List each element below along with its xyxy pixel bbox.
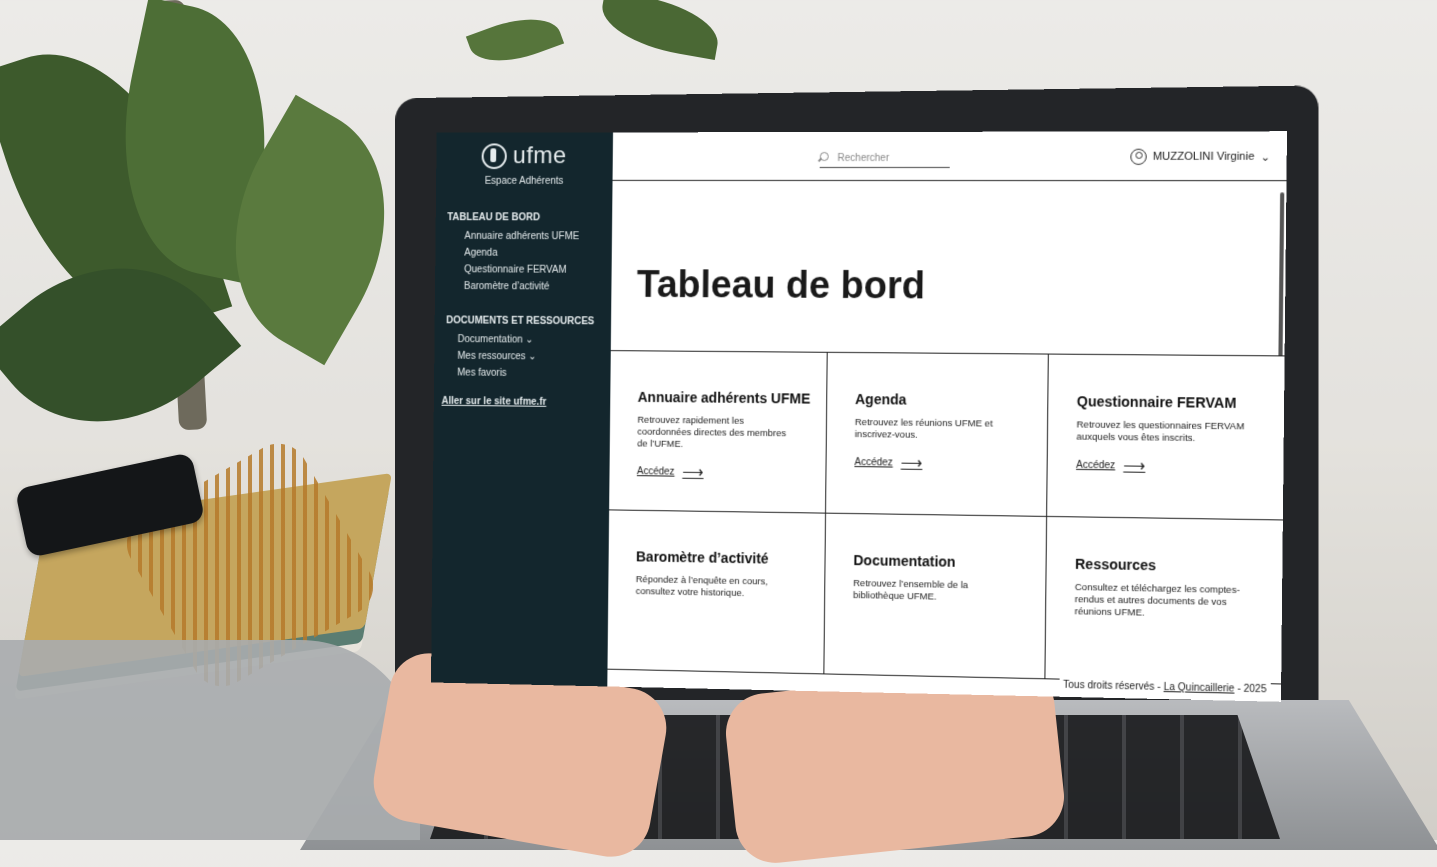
dashboard-grid: Annuaire adhérents UFME Retrouvez rapide… bbox=[611, 350, 1285, 356]
arrow-right-icon: ⟶ bbox=[682, 463, 703, 481]
user-menu[interactable]: MUZZOLINI Virginie ⌄ bbox=[1130, 149, 1270, 165]
card-agenda[interactable]: Agenda Retrouvez les réunions UFME et in… bbox=[826, 353, 1049, 517]
sidebar: ufme Espace Adhérents TABLEAU DE BORD An… bbox=[431, 132, 613, 686]
user-icon bbox=[1130, 149, 1147, 165]
card-cta-link[interactable]: Accédez ⟶ bbox=[854, 453, 922, 472]
sidebar-section-documents[interactable]: DOCUMENTS ET RESSOURCES bbox=[446, 315, 611, 327]
chevron-down-icon: ⌄ bbox=[1261, 150, 1271, 163]
sidebar-item-favoris[interactable]: Mes favoris bbox=[457, 368, 610, 380]
sidebar-item-barometre[interactable]: Baromètre d’activité bbox=[464, 281, 612, 293]
search-input[interactable]: Rechercher bbox=[820, 152, 950, 168]
sidebar-item-ressources[interactable]: Mes ressources ⌄ bbox=[457, 351, 610, 363]
card-text: Retrouvez les réunions UFME et inscrivez… bbox=[855, 417, 1019, 443]
card-title: Baromètre d’activité bbox=[636, 548, 825, 567]
card-text: Consultez et téléchargez les comptes-ren… bbox=[1074, 582, 1253, 622]
sidebar-section-dashboard[interactable]: TABLEAU DE BORD bbox=[447, 212, 612, 223]
card-text: Retrouvez rapidement les coordonnées dir… bbox=[637, 415, 798, 453]
card-title: Agenda bbox=[855, 391, 1047, 409]
logo-icon bbox=[482, 143, 507, 169]
card-cta-link[interactable]: Accédez ⟶ bbox=[637, 462, 704, 481]
card-text: Répondez à l’enquête en cours, consultez… bbox=[636, 574, 797, 601]
plant-leaf bbox=[597, 0, 724, 60]
cta-label: Accédez bbox=[1076, 459, 1115, 471]
card-ressources[interactable]: Ressources Consultez et téléchargez les … bbox=[1045, 517, 1284, 685]
card-barometre[interactable]: Baromètre d’activité Répondez à l’enquêt… bbox=[607, 510, 826, 674]
logo-text: ufme bbox=[513, 142, 567, 170]
card-title: Questionnaire FERVAM bbox=[1077, 393, 1285, 411]
sidebar-item-annuaire[interactable]: Annuaire adhérents UFME bbox=[464, 231, 612, 242]
search-placeholder: Rechercher bbox=[837, 153, 889, 164]
card-cta-link[interactable]: Accédez ⟶ bbox=[1076, 456, 1145, 475]
logo-mark: ufme bbox=[482, 142, 567, 170]
arrow-right-icon: ⟶ bbox=[1123, 456, 1145, 475]
card-title: Documentation bbox=[853, 552, 1045, 571]
footer-suffix: - 2025 bbox=[1234, 683, 1266, 695]
page-title: Tableau de bord bbox=[637, 265, 926, 309]
topbar: Rechercher MUZZOLINI Virginie ⌄ bbox=[613, 131, 1287, 181]
card-questionnaire[interactable]: Questionnaire FERVAM Retrouvez les quest… bbox=[1047, 355, 1286, 521]
arm-sleeve bbox=[0, 640, 420, 840]
card-title: Ressources bbox=[1075, 556, 1282, 576]
logo[interactable]: ufme Espace Adhérents bbox=[436, 132, 613, 186]
footer-link[interactable]: La Quincaillerie bbox=[1163, 682, 1234, 695]
footer: Tous droits réservés - La Quincaillerie … bbox=[1059, 678, 1271, 698]
card-title: Annuaire adhérents UFME bbox=[638, 389, 827, 407]
plant-leaf bbox=[466, 6, 564, 74]
user-name: MUZZOLINI Virginie bbox=[1153, 151, 1255, 163]
card-documentation[interactable]: Documentation Retrouvez l’ensemble de la… bbox=[824, 514, 1047, 680]
laptop-screen: ufme Espace Adhérents TABLEAU DE BORD An… bbox=[431, 131, 1287, 702]
cta-label: Accédez bbox=[637, 466, 675, 477]
search-icon bbox=[820, 152, 829, 161]
card-text: Retrouvez les questionnaires FERVAM auxq… bbox=[1076, 419, 1255, 445]
card-annuaire[interactable]: Annuaire adhérents UFME Retrouvez rapide… bbox=[609, 351, 828, 514]
sidebar-item-questionnaire[interactable]: Questionnaire FERVAM bbox=[464, 264, 612, 275]
external-site-link[interactable]: Aller sur le site ufme.fr bbox=[442, 396, 611, 409]
logo-subtitle: Espace Adhérents bbox=[436, 176, 613, 187]
sidebar-item-agenda[interactable]: Agenda bbox=[464, 248, 612, 259]
arrow-right-icon: ⟶ bbox=[901, 454, 923, 472]
footer-prefix: Tous droits réservés - bbox=[1063, 680, 1164, 693]
cta-label: Accédez bbox=[854, 457, 892, 468]
card-text: Retrouvez l’ensemble de la bibliothèque … bbox=[853, 578, 1017, 605]
sidebar-item-documentation[interactable]: Documentation ⌄ bbox=[458, 334, 611, 346]
